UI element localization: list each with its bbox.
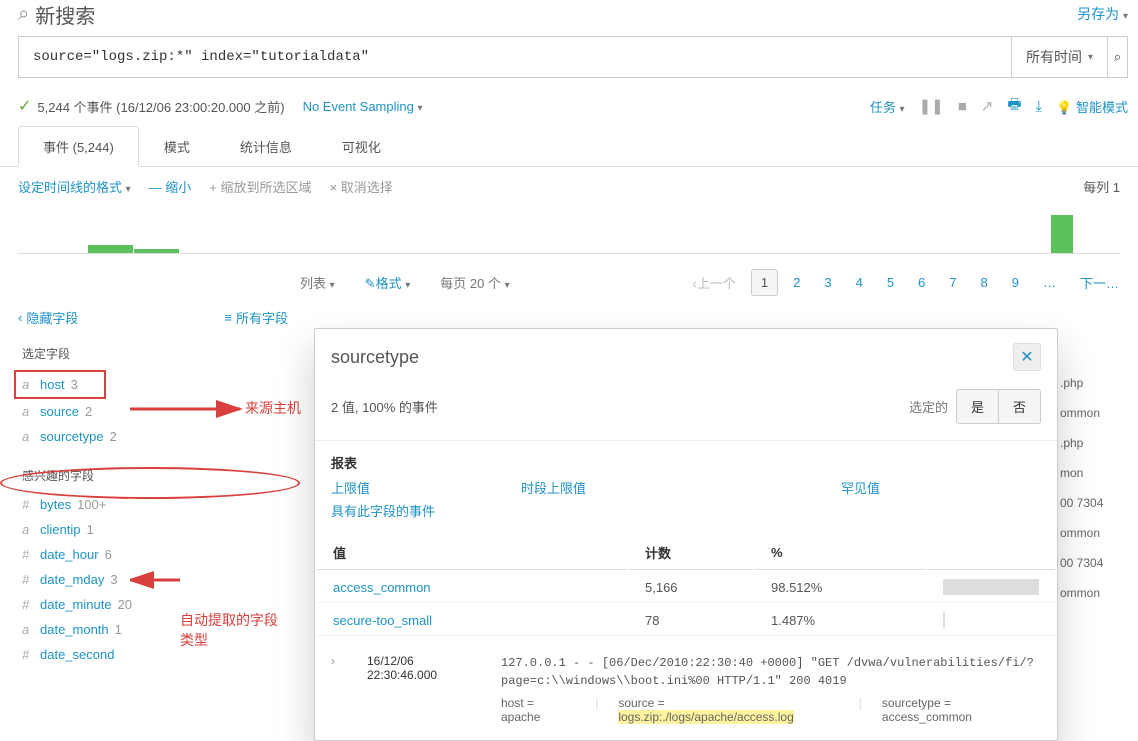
page-4[interactable]: 4 <box>847 270 872 295</box>
top-values-time-link[interactable]: 时段上限值 <box>521 478 841 497</box>
save-as-link[interactable]: 另存为 ▾ <box>1077 4 1128 24</box>
timeline-shrink[interactable]: — 缩小 <box>149 177 192 196</box>
search-input[interactable] <box>19 39 1011 75</box>
hide-fields[interactable]: ‹ 隐藏字段 <box>18 308 78 327</box>
has-field-link[interactable]: 具有此字段的事件 <box>331 501 1041 520</box>
field-popup: sourcetype ✕ 2 值, 100% 的事件 选定的 是 否 报表 上限… <box>314 328 1058 741</box>
annot-auto-fields2: 类型 <box>180 630 208 650</box>
search-button[interactable]: ⌕ <box>1108 36 1128 78</box>
per-column: 每列 1 <box>1083 177 1120 196</box>
tab-patterns[interactable]: 模式 <box>139 126 215 167</box>
page-title: 新搜索 <box>35 0 95 29</box>
prev-page[interactable]: ‹上一个 <box>684 268 745 297</box>
annot-source-host: 来源主机 <box>245 398 301 418</box>
print-icon[interactable]: 🖶 <box>1007 94 1021 119</box>
timeline-chart[interactable] <box>18 206 1120 254</box>
page-3[interactable]: 3 <box>815 270 840 295</box>
arrow-icon <box>130 397 250 421</box>
tab-events[interactable]: 事件 (5,244) <box>18 126 139 167</box>
chevron-right-icon[interactable]: › <box>331 654 349 668</box>
page-6[interactable]: 6 <box>909 270 934 295</box>
col-count: 计数 <box>629 536 753 570</box>
popup-summary: 2 值, 100% 的事件 <box>331 397 438 416</box>
ellipse-sourcetype <box>0 467 300 499</box>
field-clientip[interactable]: aclientip1 <box>18 517 300 542</box>
field-sourcetype[interactable]: a sourcetype 2 <box>18 424 300 449</box>
timeline-deselect: × 取消选择 <box>330 177 393 196</box>
col-percent: % <box>755 536 925 570</box>
all-fields[interactable]: ≡ 所有字段 <box>224 308 288 327</box>
selected-fields-title: 选定字段 <box>22 345 300 362</box>
time-picker[interactable]: 所有时间▾ <box>1012 36 1108 78</box>
list-dropdown[interactable]: 列表 ▾ <box>300 273 335 292</box>
col-value: 值 <box>317 536 627 570</box>
smart-mode[interactable]: 💡 智能模式 <box>1056 97 1128 116</box>
field-host[interactable]: a host 3 <box>14 370 106 399</box>
value-access-common[interactable]: access_common <box>333 580 431 595</box>
tab-visualization[interactable]: 可视化 <box>317 126 406 167</box>
magnifier-icon: ⌕ <box>1114 49 1121 65</box>
popup-title: sourcetype <box>331 347 419 368</box>
field-date-hour[interactable]: #date_hour6 <box>18 542 300 567</box>
search-icon: ⌕ <box>18 3 29 26</box>
selected-label: 选定的 <box>909 397 948 416</box>
yes-button[interactable]: 是 <box>957 390 999 423</box>
close-icon: ✕ <box>1020 347 1033 367</box>
arrow-icon <box>130 568 190 592</box>
close-button[interactable]: ✕ <box>1013 343 1041 371</box>
page-9[interactable]: 9 <box>1003 270 1028 295</box>
page-8[interactable]: 8 <box>972 270 997 295</box>
status-text: 5,244 个事件 (16/12/06 23:00:20.000 之前) <box>37 97 284 116</box>
page-5[interactable]: 5 <box>878 270 903 295</box>
page-1[interactable]: 1 <box>751 269 778 296</box>
perpage-dropdown[interactable]: 每页 20 个 ▾ <box>440 273 509 292</box>
values-table: 值 计数 % access_common 5,166 98.512% secur… <box>315 534 1057 638</box>
annot-auto-fields1: 自动提取的字段 <box>180 610 278 630</box>
top-values-link[interactable]: 上限值 <box>331 478 521 497</box>
page-more[interactable]: … <box>1034 270 1065 295</box>
format-dropdown[interactable]: ✎格式 ▾ <box>365 273 411 292</box>
tab-statistics[interactable]: 统计信息 <box>215 126 317 167</box>
rare-values-link[interactable]: 罕见值 <box>841 478 1041 497</box>
page-7[interactable]: 7 <box>940 270 965 295</box>
pause-icon[interactable]: ❚❚ <box>919 97 944 115</box>
bar-1 <box>943 612 945 628</box>
search-input-wrap <box>18 36 1012 78</box>
reports-title: 报表 <box>331 453 1041 472</box>
export-icon[interactable]: ⤓ <box>1036 98 1043 115</box>
timeline-format[interactable]: 设定时间线的格式 ▾ <box>18 177 131 196</box>
page-2[interactable]: 2 <box>784 270 809 295</box>
stop-icon[interactable]: ■ <box>958 98 967 115</box>
task-dropdown[interactable]: 任务 ▾ <box>870 97 905 116</box>
background-events: .php ommon .php mon 00 7304 ommon 00 730… <box>1060 368 1138 608</box>
check-icon: ✓ <box>18 96 31 116</box>
bar-0 <box>943 579 1039 595</box>
field-date-second[interactable]: #date_second <box>18 642 300 667</box>
no-button[interactable]: 否 <box>999 390 1040 423</box>
sampling-dropdown[interactable]: No Event Sampling ▾ <box>303 99 423 114</box>
next-page[interactable]: 下一… <box>1071 268 1128 297</box>
value-secure-too-small[interactable]: secure-too_small <box>333 613 432 628</box>
event-raw: 127.0.0.1 - - [06/Dec/2010:22:30:40 +000… <box>501 654 1041 690</box>
share-icon[interactable]: ↗ <box>981 97 994 115</box>
event-timestamp: 16/12/06 22:30:46.000 <box>367 654 483 682</box>
timeline-zoom: + 缩放到所选区域 <box>209 177 311 196</box>
